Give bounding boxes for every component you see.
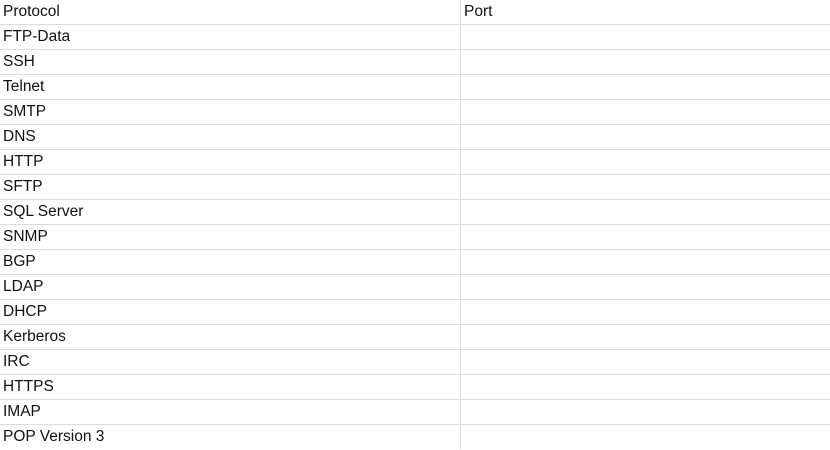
table-row: BGP xyxy=(0,250,830,275)
port-cell[interactable] xyxy=(460,425,830,449)
port-cell[interactable] xyxy=(460,200,830,224)
port-cell[interactable] xyxy=(460,375,830,399)
port-cell[interactable] xyxy=(460,300,830,324)
table-row: SSH xyxy=(0,50,830,75)
table-row: Kerberos xyxy=(0,325,830,350)
protocol-cell[interactable]: BGP xyxy=(0,250,460,274)
protocol-cell[interactable]: SMTP xyxy=(0,100,460,124)
protocol-cell[interactable]: LDAP xyxy=(0,275,460,299)
port-cell[interactable] xyxy=(460,225,830,249)
table-row: IRC xyxy=(0,350,830,375)
header-cell-protocol[interactable]: Protocol xyxy=(0,0,460,24)
port-cell[interactable] xyxy=(460,175,830,199)
protocol-cell[interactable]: DHCP xyxy=(0,300,460,324)
table-row: LDAP xyxy=(0,275,830,300)
port-cell[interactable] xyxy=(460,275,830,299)
spreadsheet-grid: Protocol Port FTP-Data SSH Telnet SMTP D… xyxy=(0,0,830,449)
protocol-cell[interactable]: FTP-Data xyxy=(0,25,460,49)
port-cell[interactable] xyxy=(460,325,830,349)
port-cell[interactable] xyxy=(460,400,830,424)
protocol-cell[interactable]: SFTP xyxy=(0,175,460,199)
port-cell[interactable] xyxy=(460,150,830,174)
protocol-cell[interactable]: IRC xyxy=(0,350,460,374)
port-cell[interactable] xyxy=(460,350,830,374)
port-cell[interactable] xyxy=(460,50,830,74)
protocol-cell[interactable]: SQL Server xyxy=(0,200,460,224)
port-cell[interactable] xyxy=(460,250,830,274)
header-row: Protocol Port xyxy=(0,0,830,25)
table-row: DNS xyxy=(0,125,830,150)
table-row: SMTP xyxy=(0,100,830,125)
protocol-cell[interactable]: HTTP xyxy=(0,150,460,174)
protocol-cell[interactable]: IMAP xyxy=(0,400,460,424)
table-row: HTTPS xyxy=(0,375,830,400)
protocol-cell[interactable]: DNS xyxy=(0,125,460,149)
port-cell[interactable] xyxy=(460,125,830,149)
port-cell[interactable] xyxy=(460,25,830,49)
header-cell-port[interactable]: Port xyxy=(460,0,830,24)
table-row: IMAP xyxy=(0,400,830,425)
table-row: DHCP xyxy=(0,300,830,325)
port-cell[interactable] xyxy=(460,100,830,124)
protocol-cell[interactable]: Kerberos xyxy=(0,325,460,349)
table-row: HTTP xyxy=(0,150,830,175)
table-row: Telnet xyxy=(0,75,830,100)
protocol-cell[interactable]: SSH xyxy=(0,50,460,74)
table-row: SFTP xyxy=(0,175,830,200)
table-row: FTP-Data xyxy=(0,25,830,50)
table-row: SNMP xyxy=(0,225,830,250)
protocol-cell[interactable]: SNMP xyxy=(0,225,460,249)
protocol-cell[interactable]: Telnet xyxy=(0,75,460,99)
protocol-cell[interactable]: HTTPS xyxy=(0,375,460,399)
port-cell[interactable] xyxy=(460,75,830,99)
table-row: SQL Server xyxy=(0,200,830,225)
protocol-cell[interactable]: POP Version 3 xyxy=(0,425,460,449)
table-row: POP Version 3 xyxy=(0,425,830,450)
